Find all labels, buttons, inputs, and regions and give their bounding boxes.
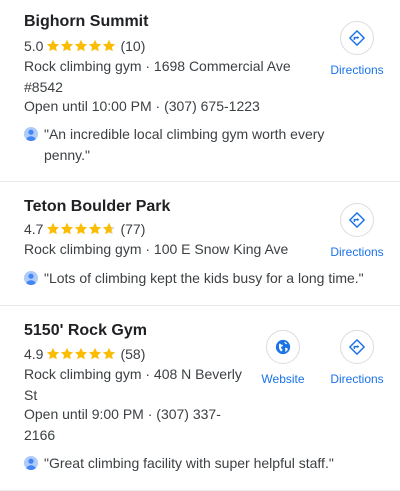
rating-value: 5.0: [24, 38, 44, 54]
person-glyph: [26, 273, 36, 285]
star-rating: [46, 39, 116, 53]
star-icon: [61, 347, 74, 360]
info-line: Open until 9:00 PM · (307) 337-: [24, 406, 221, 422]
star-icon: [89, 222, 102, 235]
star-icon: [103, 222, 116, 235]
result-card[interactable]: Teton Boulder Park 4.7 (77) Rock climbin…: [0, 182, 400, 306]
place-hours-phone: Open until 10:00 PM · (307) 675-1223: [24, 98, 260, 114]
results-list: Bighorn Summit 5.0 (10) Rock climbing gy…: [0, 0, 400, 491]
place-name[interactable]: 5150' Rock Gym: [24, 321, 147, 341]
website-label: Website: [261, 372, 305, 386]
directions-icon: [340, 203, 374, 237]
review-snippet: "An incredible local climbing gym worth …: [24, 124, 324, 166]
star-icon: [47, 222, 60, 235]
star-rating: [46, 347, 116, 361]
person-glyph: [26, 458, 36, 470]
review-text-line: "Great climbing facility with super help…: [44, 455, 334, 471]
star-icon: [47, 39, 60, 52]
review-snippet: "Great climbing facility with super help…: [24, 453, 334, 474]
rating-value: 4.9: [24, 346, 44, 362]
website-button[interactable]: Website: [243, 330, 323, 387]
review-count: (58): [120, 346, 146, 362]
info-line: Rock climbing gym · 1698 Commercial Ave: [24, 58, 291, 74]
directions-button[interactable]: Directions: [317, 330, 397, 387]
directions-button[interactable]: Directions: [317, 203, 397, 260]
info-line: #8542: [24, 79, 63, 95]
review-count: (77): [120, 221, 146, 237]
result-card[interactable]: 5150' Rock Gym 4.9 (58) Rock climbing gy…: [0, 306, 400, 491]
info-line: Rock climbing gym · 100 E Snow King Ave: [24, 241, 289, 257]
star-icon: [89, 39, 102, 52]
star-icon: [47, 347, 60, 360]
person-avatar-icon: [24, 127, 38, 141]
directions-label: Directions: [330, 245, 384, 259]
place-category-address: Rock climbing gym · 100 E Snow King Ave: [24, 239, 288, 260]
result-card[interactable]: Bighorn Summit 5.0 (10) Rock climbing gy…: [0, 0, 400, 182]
place-name[interactable]: Teton Boulder Park: [24, 197, 170, 217]
review-text-line: "Lots of climbing kept the kids busy for…: [44, 270, 364, 286]
review-count: (10): [120, 38, 146, 54]
directions-label: Directions: [330, 63, 384, 77]
place-name[interactable]: Bighorn Summit: [24, 12, 148, 32]
review-snippet: "Lots of climbing kept the kids busy for…: [24, 268, 364, 289]
star-icon: [89, 347, 102, 360]
star-icon: [75, 347, 88, 360]
directions-glyph: [349, 212, 365, 228]
star-icon: [75, 222, 88, 235]
rating-row: 4.9 (58): [24, 344, 145, 364]
person-avatar-icon: [24, 456, 38, 470]
review-text-line: "An incredible local climbing gym worth …: [44, 126, 325, 142]
person-avatar-icon: [24, 271, 38, 285]
directions-glyph: [349, 30, 365, 46]
star-icon: [75, 39, 88, 52]
directions-glyph: [349, 339, 365, 355]
place-category-address: Rock climbing gym · 1698 Commercial Ave …: [24, 56, 291, 98]
rating-value: 4.7: [24, 221, 44, 237]
globe-icon: [266, 330, 300, 364]
star-icon: [61, 39, 74, 52]
star-rating: [46, 222, 116, 236]
directions-button[interactable]: Directions: [317, 21, 397, 78]
directions-icon: [340, 330, 374, 364]
rating-row: 5.0 (10): [24, 36, 145, 56]
star-icon: [103, 347, 116, 360]
globe-glyph: [275, 339, 291, 355]
place-category-address: Rock climbing gym · 408 N Beverly St: [24, 364, 242, 406]
info-line: Rock climbing gym · 408 N Beverly: [24, 366, 242, 382]
place-hours-phone: Open until 9:00 PM · (307) 337- 2166: [24, 404, 221, 446]
star-icon: [61, 222, 74, 235]
info-line: St: [24, 387, 38, 403]
directions-label: Directions: [330, 372, 384, 386]
star-icon: [103, 39, 116, 52]
rating-row: 4.7 (77): [24, 219, 145, 239]
review-text-line: penny.": [44, 147, 90, 163]
person-glyph: [26, 129, 36, 141]
info-line: 2166: [24, 427, 56, 443]
directions-icon: [340, 21, 374, 55]
